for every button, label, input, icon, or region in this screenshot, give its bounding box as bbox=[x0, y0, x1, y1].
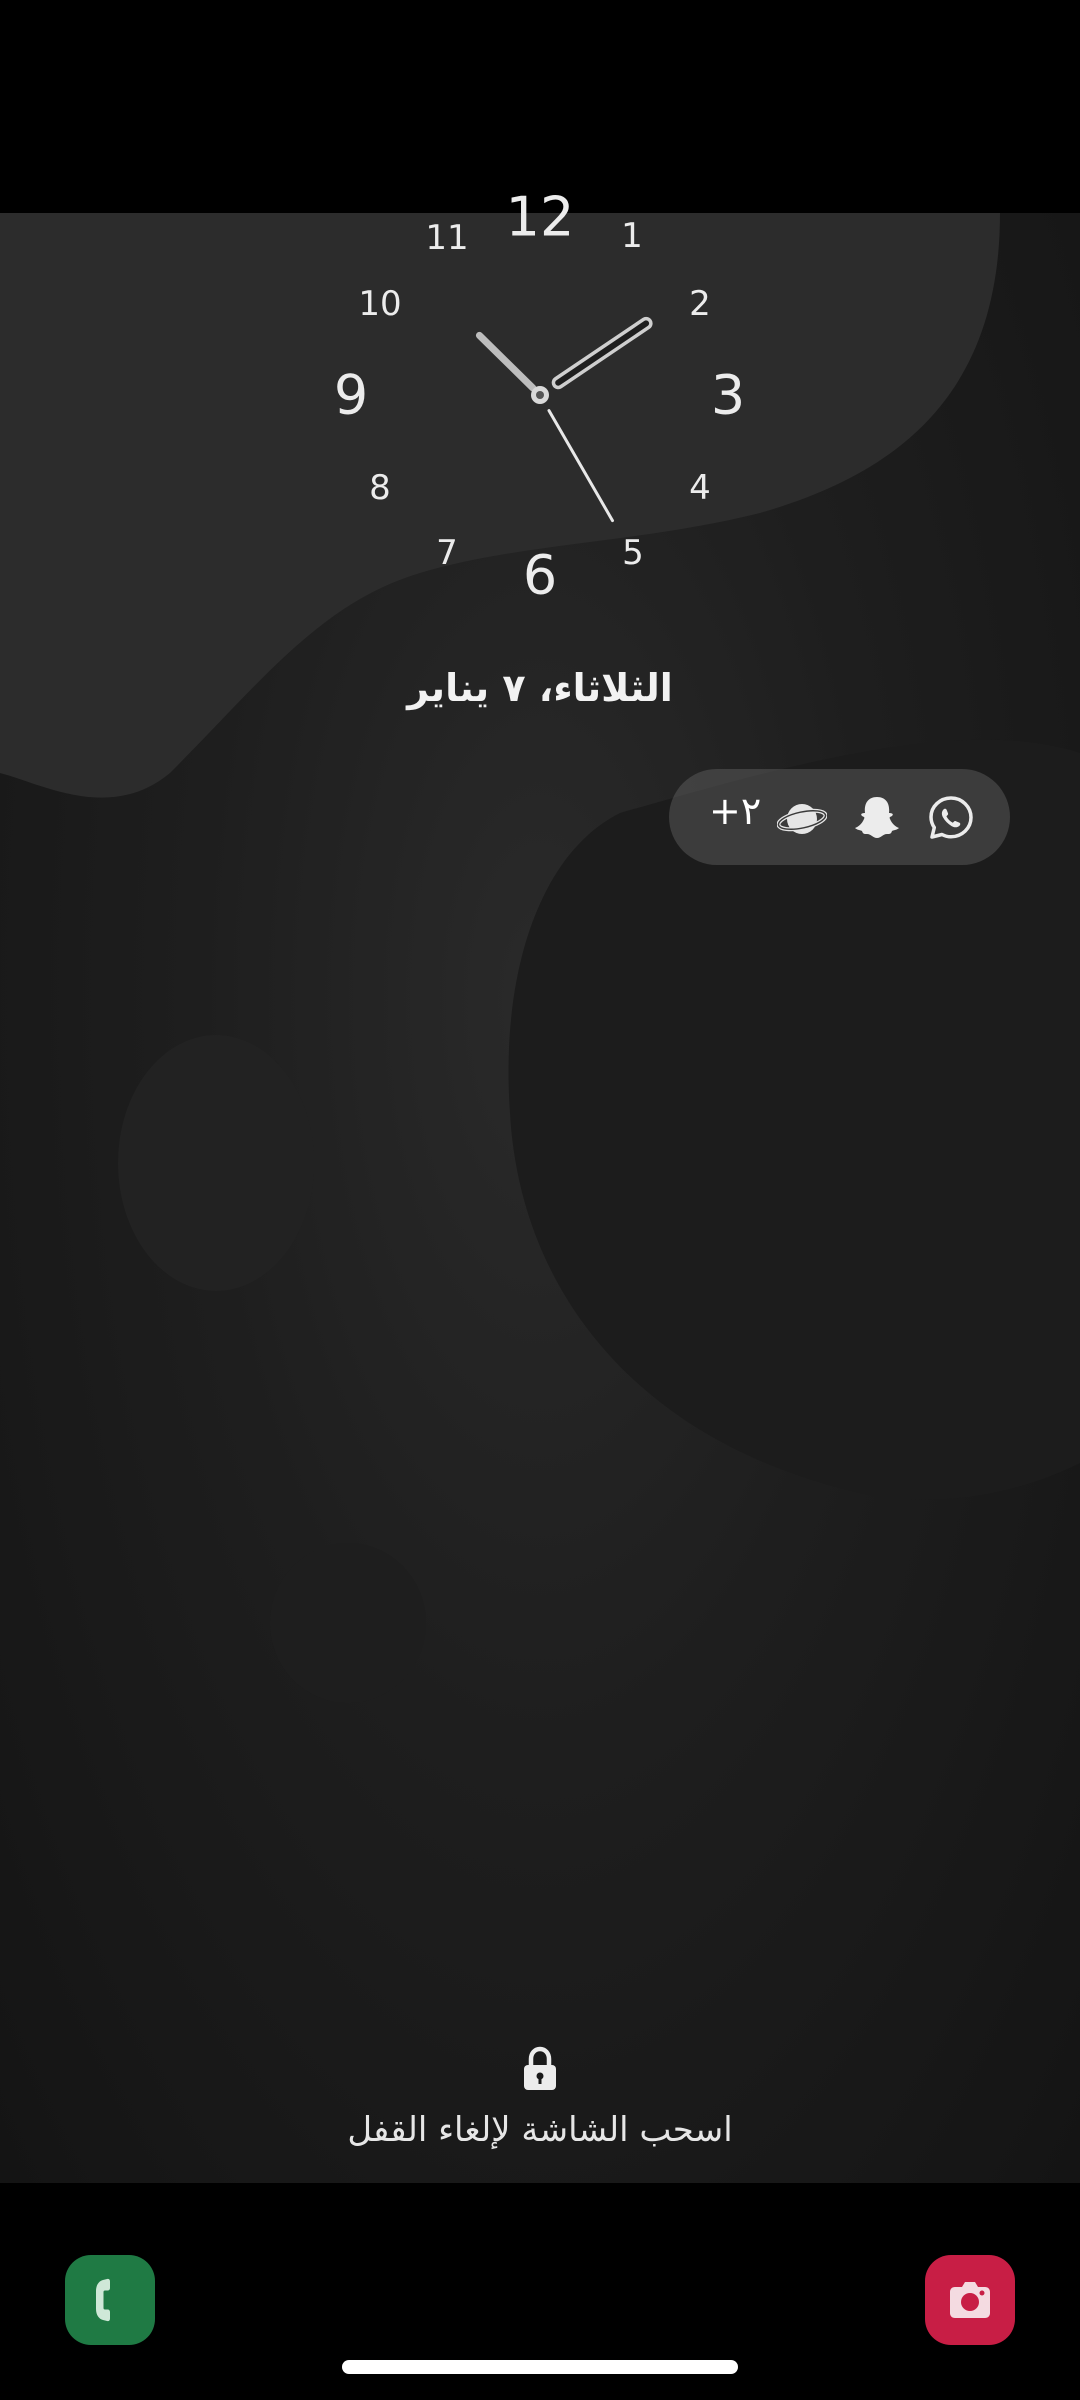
home-indicator[interactable] bbox=[342, 2360, 738, 2374]
clock-hands bbox=[475, 316, 653, 523]
second-hand bbox=[547, 409, 614, 523]
lock-icon bbox=[524, 2046, 556, 2090]
samsung-internet-icon bbox=[777, 804, 827, 834]
more-notifications-count: +٢ bbox=[709, 789, 762, 833]
phone-shortcut-button[interactable] bbox=[65, 2255, 155, 2345]
notification-icons-pill[interactable]: +٢ bbox=[669, 769, 1010, 865]
camera-shortcut-button[interactable] bbox=[925, 2255, 1015, 2345]
swipe-to-unlock-hint[interactable]: اسحب الشاشة لإلغاء القفل bbox=[0, 2110, 1080, 2150]
hour-hand bbox=[551, 316, 653, 390]
camera-icon bbox=[950, 2282, 990, 2318]
phone-icon bbox=[96, 2278, 110, 2322]
minute-hand bbox=[475, 331, 537, 392]
whatsapp-icon bbox=[929, 796, 973, 839]
snapchat-icon bbox=[855, 797, 899, 838]
analog-clock: 12 1 2 3 4 5 6 7 8 9 10 11 bbox=[334, 180, 745, 607]
lock-screen-date: الثلاثاء، ٧ يناير bbox=[407, 666, 673, 710]
